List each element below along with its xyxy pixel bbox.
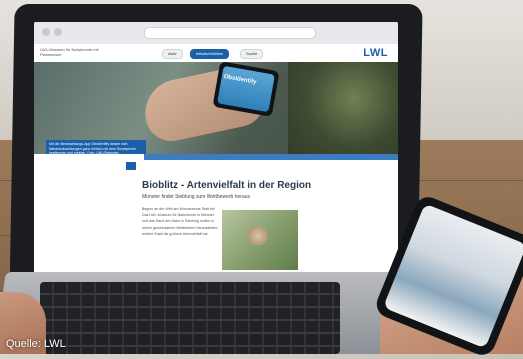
butterfly-image xyxy=(244,227,272,245)
window-control[interactable] xyxy=(42,28,50,36)
article-title: Bioblitz - Artenvielfalt in der Region xyxy=(142,180,312,191)
nav-item-initiative[interactable]: Initiative/Aktion xyxy=(190,49,229,59)
site-subtitle: LWL-Museum für Naturkunde mit Planetariu… xyxy=(40,47,99,57)
browser-chrome xyxy=(34,22,398,45)
window-control[interactable] xyxy=(54,28,62,36)
site-header: LWL-Museum für Naturkunde mit Planetariu… xyxy=(34,44,398,62)
address-bar[interactable] xyxy=(144,27,316,39)
lwl-logo[interactable]: LWL xyxy=(363,47,388,59)
audio-icon[interactable] xyxy=(126,162,136,170)
article-subtitle: Münster findet Sieblung zum Wettbewerb h… xyxy=(142,194,251,200)
nav-item-suche[interactable]: Suche xyxy=(240,49,264,59)
article-body: Beginn an der Welt am Wochenende Statt b… xyxy=(142,207,219,236)
image-credit: Quelle: LWL xyxy=(6,338,66,350)
nav-item-aktiv[interactable]: Aktiv xyxy=(162,49,183,59)
keyboard-rows xyxy=(40,282,340,354)
hero-blue-band xyxy=(144,154,398,160)
laptop-screen: LWL-Museum für Naturkunde mit Planetariu… xyxy=(34,22,398,284)
hero-foliage xyxy=(288,62,398,154)
